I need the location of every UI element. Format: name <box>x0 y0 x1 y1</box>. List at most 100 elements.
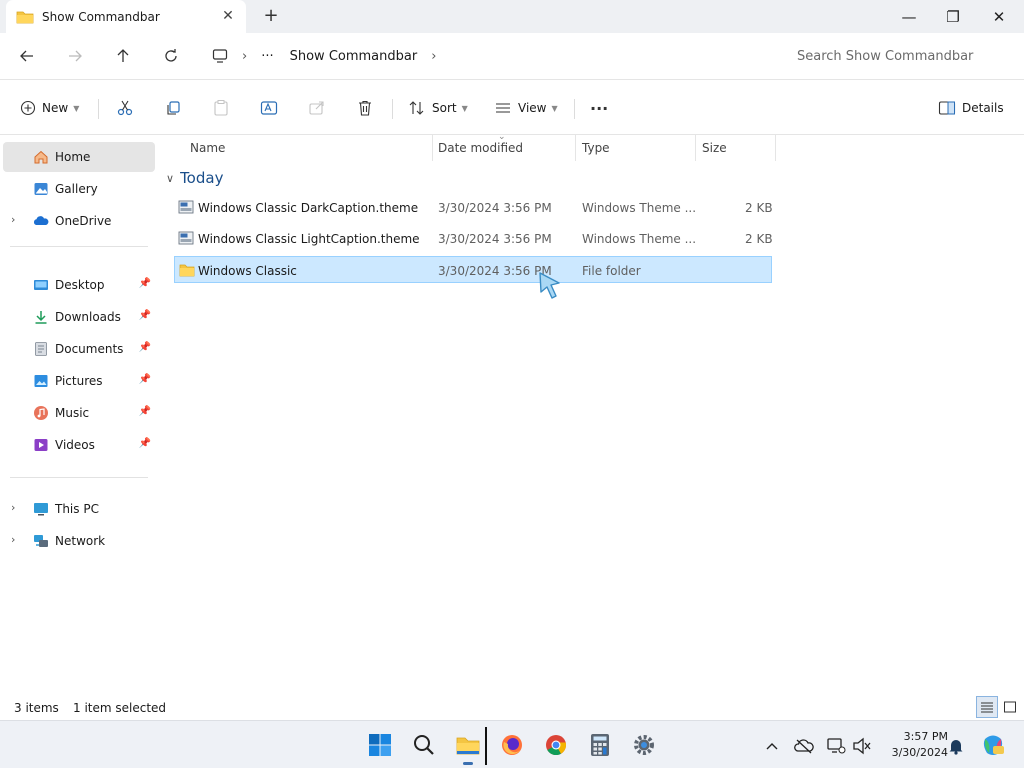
sidebar-item-home[interactable]: Home <box>3 142 155 172</box>
volume-tray-button[interactable] <box>852 736 872 756</box>
sidebar-item-network[interactable]: › Network <box>3 526 155 556</box>
hand-cursor-icon <box>539 272 560 299</box>
taskbar-chrome[interactable] <box>540 729 572 761</box>
sidebar-item-videos[interactable]: Videos 📌 <box>3 430 155 460</box>
details-button[interactable]: Details <box>938 94 1004 122</box>
chevron-down-icon: ▼ <box>551 103 558 113</box>
delete-button[interactable] <box>356 94 374 122</box>
up-button[interactable] <box>109 43 137 69</box>
view-button[interactable]: View ▼ <box>494 94 558 122</box>
sidebar-item-downloads[interactable]: Downloads 📌 <box>3 302 155 332</box>
rename-button[interactable] <box>260 94 278 122</box>
sidebar-item-onedrive[interactable]: › OneDrive <box>3 206 155 236</box>
volume-muted-icon <box>853 737 871 755</box>
maximize-button[interactable]: ❐ <box>930 0 976 33</box>
copilot-button[interactable] <box>980 732 1006 758</box>
start-button[interactable] <box>364 729 396 761</box>
paste-button[interactable] <box>212 94 230 122</box>
pin-icon[interactable]: 📌 <box>139 406 151 417</box>
column-header-size[interactable]: Size <box>696 135 776 161</box>
search-icon <box>414 735 434 755</box>
table-row-selected[interactable]: Windows Classic 3/30/2024 3:56 PM File f… <box>174 256 772 283</box>
taskbar: 3:57 PM 3/30/2024 <box>0 720 1024 768</box>
breadcrumb-current[interactable]: Show Commandbar <box>290 49 418 64</box>
taskbar-calculator[interactable] <box>584 729 616 761</box>
pin-icon[interactable]: 📌 <box>139 374 151 385</box>
navigation-pane: Home Gallery › OneDrive Desktop 📌 Downlo… <box>0 135 158 696</box>
cut-button[interactable] <box>116 94 134 122</box>
notifications-button[interactable] <box>946 736 966 756</box>
monitor-icon[interactable] <box>212 48 228 64</box>
divider <box>10 477 148 478</box>
column-header-name[interactable]: Name <box>184 135 433 161</box>
column-header-date[interactable]: Date modified ⌄ <box>432 132 576 161</box>
details-view-button[interactable] <box>976 696 998 718</box>
file-date: 3/30/2024 3:56 PM <box>438 263 552 278</box>
taskbar-search-button[interactable] <box>408 729 440 761</box>
minimize-button[interactable]: — <box>886 0 932 33</box>
cloud-offline-icon <box>794 739 814 754</box>
search-input[interactable]: Search Show Commandbar <box>785 40 1019 72</box>
chevron-right-icon[interactable]: › <box>11 213 15 226</box>
tab-show-commandbar[interactable]: Show Commandbar ✕ <box>6 0 246 33</box>
pin-icon[interactable]: 📌 <box>139 342 151 353</box>
refresh-button[interactable] <box>157 43 185 69</box>
column-header-type[interactable]: Type <box>576 135 696 161</box>
taskbar-file-explorer[interactable] <box>452 727 487 765</box>
file-name: Windows Classic LightCaption.theme <box>198 231 420 246</box>
breadcrumb-more[interactable]: ··· <box>261 49 273 64</box>
breadcrumb[interactable]: › ··· Show Commandbar › <box>200 40 775 72</box>
pin-icon[interactable]: 📌 <box>139 278 151 289</box>
network-status-icon <box>827 738 846 754</box>
download-icon <box>35 311 47 324</box>
close-button[interactable]: ✕ <box>976 0 1022 33</box>
video-icon <box>34 439 48 451</box>
new-label: New <box>42 101 69 115</box>
share-button[interactable] <box>308 94 326 122</box>
pin-icon[interactable]: 📌 <box>139 310 151 321</box>
taskbar-clock[interactable]: 3:57 PM 3/30/2024 <box>878 729 948 761</box>
sidebar-item-music[interactable]: Music 📌 <box>3 398 155 428</box>
sort-icon <box>409 101 424 115</box>
breadcrumb-separator-end[interactable]: › <box>431 49 436 64</box>
chevron-right-icon[interactable]: › <box>11 533 15 546</box>
forward-button[interactable] <box>61 43 89 69</box>
share-icon <box>309 101 324 115</box>
taskbar-settings[interactable] <box>628 729 660 761</box>
group-header-today[interactable]: ∨ Today <box>166 169 223 187</box>
large-icons-view-button[interactable] <box>999 696 1021 718</box>
tab-close-icon[interactable]: ✕ <box>220 8 236 24</box>
sidebar-item-label: Downloads <box>55 310 121 324</box>
new-tab-button[interactable]: + <box>260 6 282 28</box>
breadcrumb-separator[interactable]: › <box>242 49 247 64</box>
status-bar: 3 items 1 item selected <box>0 696 1024 720</box>
text-caret <box>485 727 487 765</box>
chevron-right-icon[interactable]: › <box>11 501 15 514</box>
more-options-button[interactable]: ··· <box>590 94 608 122</box>
folder-icon <box>16 11 34 23</box>
folder-icon <box>456 737 480 755</box>
show-hidden-icons-button[interactable] <box>762 736 782 756</box>
sidebar-item-gallery[interactable]: Gallery <box>3 174 155 204</box>
taskbar-firefox[interactable] <box>496 729 528 761</box>
back-button[interactable] <box>13 43 41 69</box>
sidebar-item-label: This PC <box>55 502 99 516</box>
copy-button[interactable] <box>164 94 182 122</box>
network-tray-button[interactable] <box>826 736 846 756</box>
onedrive-tray-button[interactable] <box>794 736 814 756</box>
sidebar-item-documents[interactable]: Documents 📌 <box>3 334 155 364</box>
file-type: Windows Theme ... <box>582 200 697 215</box>
chevron-down-icon[interactable]: ∨ <box>166 172 174 185</box>
sort-button[interactable]: Sort ▼ <box>408 94 468 122</box>
table-row[interactable]: Windows Classic LightCaption.theme 3/30/… <box>174 225 773 252</box>
sidebar-item-this-pc[interactable]: › This PC <box>3 494 155 524</box>
sidebar-item-desktop[interactable]: Desktop 📌 <box>3 270 155 300</box>
home-icon <box>34 150 48 164</box>
chrome-icon <box>546 735 567 756</box>
sidebar-item-pictures[interactable]: Pictures 📌 <box>3 366 155 396</box>
new-button[interactable]: New ▼ <box>20 94 79 122</box>
pin-icon[interactable]: 📌 <box>139 438 151 449</box>
table-row[interactable]: Windows Classic DarkCaption.theme 3/30/2… <box>174 194 773 221</box>
up-arrow-icon <box>117 49 129 62</box>
chevron-down-icon: ▼ <box>461 103 468 113</box>
